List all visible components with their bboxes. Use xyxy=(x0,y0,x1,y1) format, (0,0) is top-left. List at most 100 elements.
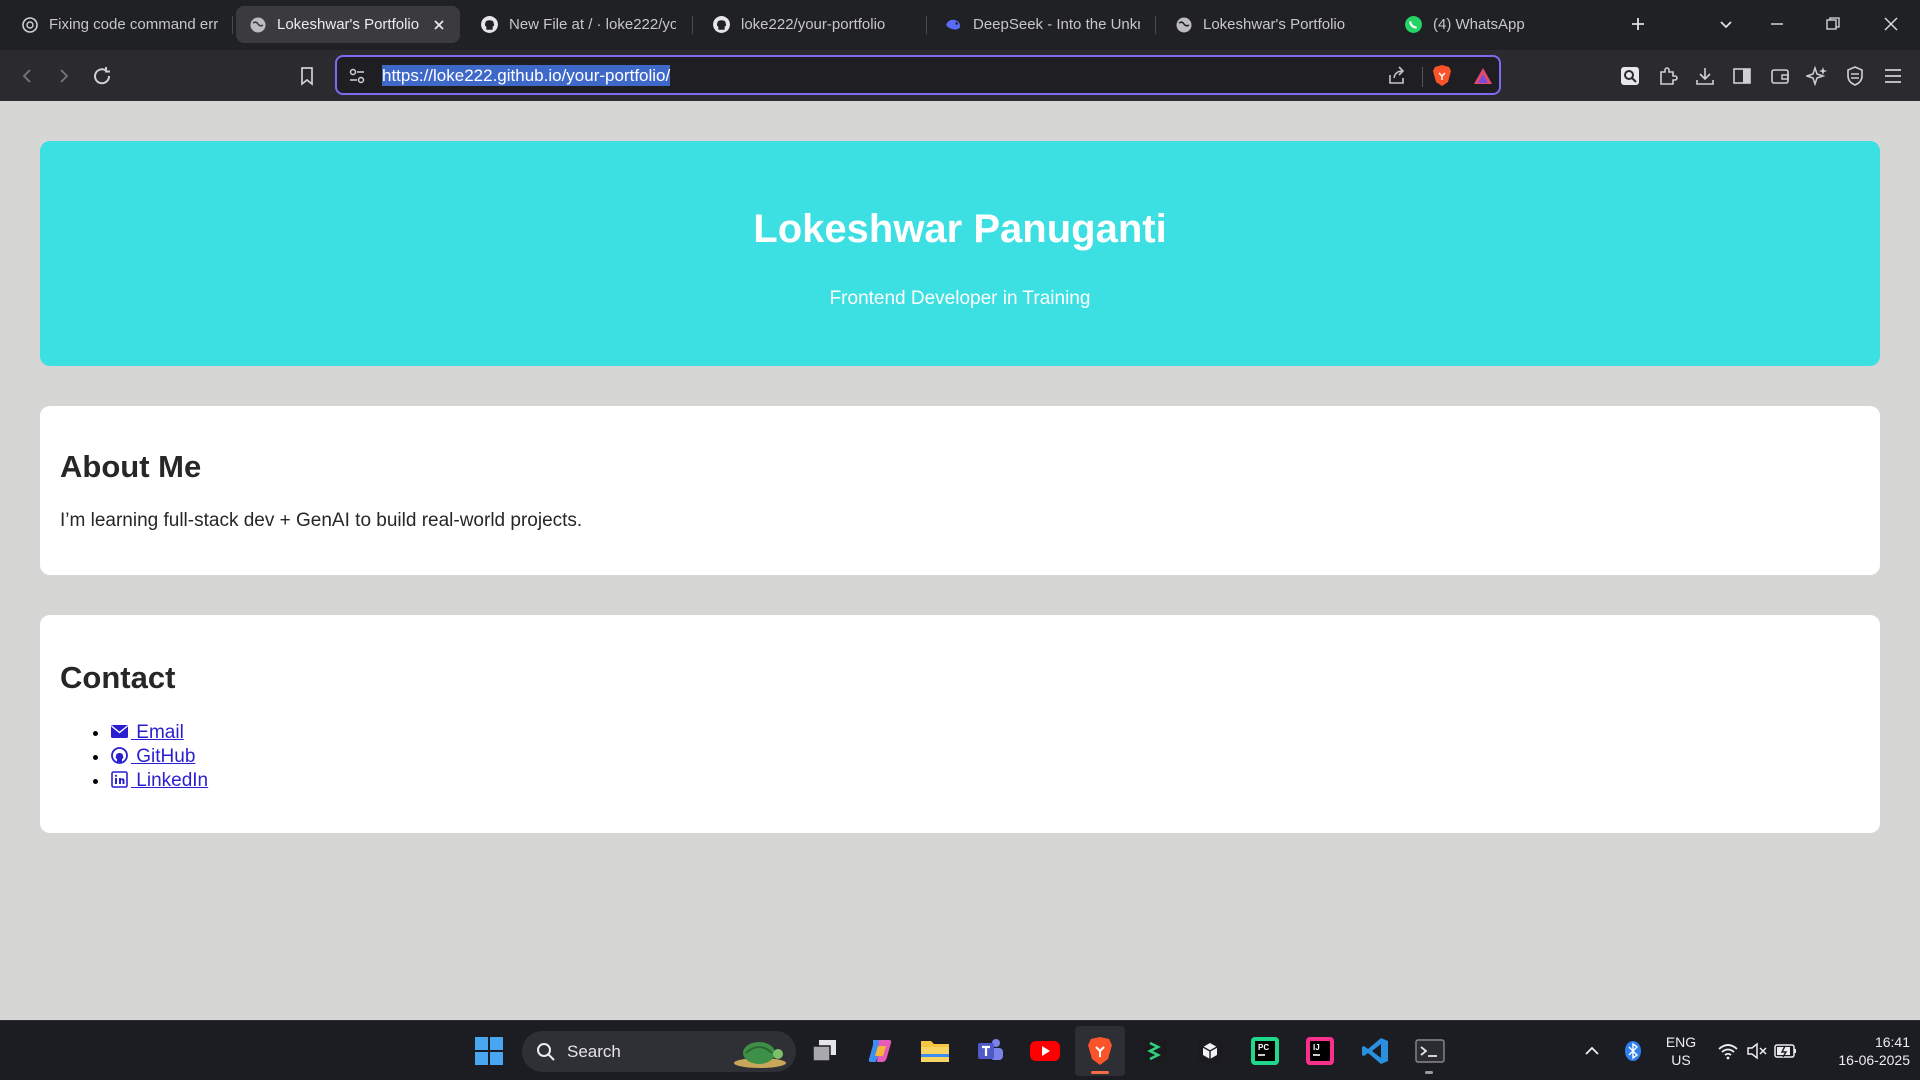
about-heading: About Me xyxy=(60,449,202,484)
pycharm-icon[interactable]: PC xyxy=(1248,1034,1282,1068)
whatsapp-icon xyxy=(1404,15,1423,34)
vscode-icon[interactable] xyxy=(1358,1034,1392,1068)
envelope-icon xyxy=(110,723,129,740)
address-bar[interactable]: https://loke222.github.io/your-portfolio… xyxy=(335,55,1501,95)
search-highlight-turtle-icon xyxy=(732,1035,788,1074)
about-text: I’m learning full-stack dev + GenAI to b… xyxy=(60,510,583,531)
bluetooth-icon[interactable] xyxy=(1616,1034,1650,1068)
clock[interactable]: 16:41 16-06-2025 xyxy=(1810,1033,1910,1069)
globe-icon xyxy=(1174,15,1193,34)
tab-title: loke222/your-portfolio xyxy=(741,16,886,33)
browser-tab-strip: Fixing code command error Lokeshwar's Po… xyxy=(0,0,1920,50)
taskbar-search[interactable]: Search xyxy=(522,1031,796,1072)
tab-new-file[interactable]: New File at / · loke222/your-portfolio xyxy=(468,6,688,43)
email-link[interactable]: Email xyxy=(110,722,184,743)
about-section: About Me I’m learning full-stack dev + G… xyxy=(40,406,1880,575)
url-divider xyxy=(1422,67,1423,87)
github-link[interactable]: GitHub xyxy=(110,746,195,767)
language-region: US xyxy=(1671,1052,1691,1068)
url-input[interactable]: https://loke222.github.io/your-portfolio… xyxy=(382,65,671,86)
deepseek-icon xyxy=(944,15,963,34)
bookmark-icon[interactable] xyxy=(294,63,320,89)
new-tab-button[interactable] xyxy=(1621,8,1655,40)
tab-search-dropdown-icon[interactable] xyxy=(1709,8,1743,40)
wallet-icon[interactable] xyxy=(1767,63,1793,89)
copilot-icon[interactable] xyxy=(863,1034,897,1068)
teams-icon[interactable] xyxy=(973,1034,1007,1068)
tab-separator xyxy=(232,16,233,34)
sidebar-icon[interactable] xyxy=(1729,63,1755,89)
close-window-button[interactable] xyxy=(1874,8,1908,40)
close-tab-icon[interactable] xyxy=(430,16,448,34)
tab-separator xyxy=(692,16,693,34)
tab-portfolio-active[interactable]: Lokeshwar's Portfolio xyxy=(236,6,460,43)
back-button[interactable] xyxy=(14,63,40,89)
windows-taskbar: Search PC IJ ENG US 16:41 16-06-2025 xyxy=(0,1020,1920,1080)
github-icon xyxy=(110,747,129,764)
spotify-like-app-icon[interactable] xyxy=(1138,1034,1172,1068)
tab-fixing-code[interactable]: Fixing code command error xyxy=(8,6,230,43)
download-icon[interactable] xyxy=(1692,63,1718,89)
cube-app-icon[interactable] xyxy=(1193,1034,1227,1068)
youtube-icon[interactable] xyxy=(1028,1034,1062,1068)
chatgpt-icon xyxy=(20,15,39,34)
active-app-indicator xyxy=(1091,1071,1109,1074)
running-app-indicator xyxy=(1425,1071,1433,1074)
menu-icon[interactable] xyxy=(1880,63,1906,89)
contact-list: Email GitHub LinkedIn xyxy=(110,721,208,793)
svg-text:IJ: IJ xyxy=(1313,1043,1320,1052)
leo-ai-icon[interactable] xyxy=(1804,63,1830,89)
web-page: Lokeshwar Panuganti Frontend Developer i… xyxy=(0,101,1920,1020)
contact-section: Contact Email GitHub LinkedIn xyxy=(40,615,1880,833)
file-explorer-icon[interactable] xyxy=(918,1034,952,1068)
search-icon xyxy=(536,1042,556,1067)
tab-github-repo[interactable]: loke222/your-portfolio xyxy=(700,6,924,43)
task-view-icon[interactable] xyxy=(808,1034,842,1068)
start-button[interactable] xyxy=(472,1034,506,1068)
restore-button[interactable] xyxy=(1816,8,1850,40)
tab-whatsapp[interactable]: (4) WhatsApp xyxy=(1392,6,1612,43)
clock-time: 16:41 xyxy=(1874,1034,1910,1050)
language-code: ENG xyxy=(1665,1034,1697,1050)
tab-title: Lokeshwar's Portfolio xyxy=(277,16,420,33)
tab-title: DeepSeek - Into the Unknown xyxy=(973,16,1140,33)
search-lens-icon[interactable] xyxy=(1617,63,1643,89)
url-text: https://loke222.github.io/your-portfolio… xyxy=(382,65,671,86)
terminal-icon[interactable] xyxy=(1413,1034,1447,1074)
tab-separator xyxy=(926,16,927,34)
tab-title: New File at / · loke222/your-portfolio xyxy=(509,16,676,33)
hero-header: Lokeshwar Panuganti Frontend Developer i… xyxy=(40,141,1880,366)
brave-shields-icon[interactable] xyxy=(1431,64,1453,93)
site-settings-icon[interactable] xyxy=(347,66,367,91)
github-link-label: GitHub xyxy=(131,746,196,767)
tab-portfolio-2[interactable]: Lokeshwar's Portfolio xyxy=(1162,6,1384,43)
list-item: Email xyxy=(110,721,208,745)
hero-name: Lokeshwar Panuganti xyxy=(753,207,1167,251)
github-icon xyxy=(480,15,499,34)
linkedin-icon xyxy=(110,771,129,788)
minimize-button[interactable] xyxy=(1760,8,1794,40)
github-icon xyxy=(712,15,731,34)
vpn-shield-icon[interactable] xyxy=(1842,63,1868,89)
intellij-icon[interactable]: IJ xyxy=(1303,1034,1337,1068)
tab-deepseek[interactable]: DeepSeek - Into the Unknown xyxy=(932,6,1152,43)
extensions-icon[interactable] xyxy=(1655,63,1681,89)
forward-button[interactable] xyxy=(51,63,77,89)
tab-separator xyxy=(1155,16,1156,34)
language-indicator[interactable]: ENG US xyxy=(1659,1033,1703,1069)
svg-text:PC: PC xyxy=(1258,1043,1269,1052)
show-hidden-icons-chevron[interactable] xyxy=(1575,1034,1609,1068)
search-label: Search xyxy=(567,1042,621,1061)
tab-title: (4) WhatsApp xyxy=(1433,16,1525,33)
tab-title: Fixing code command error xyxy=(49,16,218,33)
tab-title: Lokeshwar's Portfolio xyxy=(1203,16,1346,33)
list-item: GitHub xyxy=(110,745,208,769)
reload-button[interactable] xyxy=(89,63,115,89)
share-icon[interactable] xyxy=(1386,65,1408,92)
clock-date: 16-06-2025 xyxy=(1838,1052,1910,1068)
linkedin-link[interactable]: LinkedIn xyxy=(110,770,208,791)
battery-charging-icon[interactable] xyxy=(1769,1034,1803,1068)
brave-rewards-icon[interactable] xyxy=(1472,66,1494,91)
email-link-label: Email xyxy=(131,722,184,743)
brave-browser-taskbar-icon[interactable] xyxy=(1075,1026,1125,1076)
